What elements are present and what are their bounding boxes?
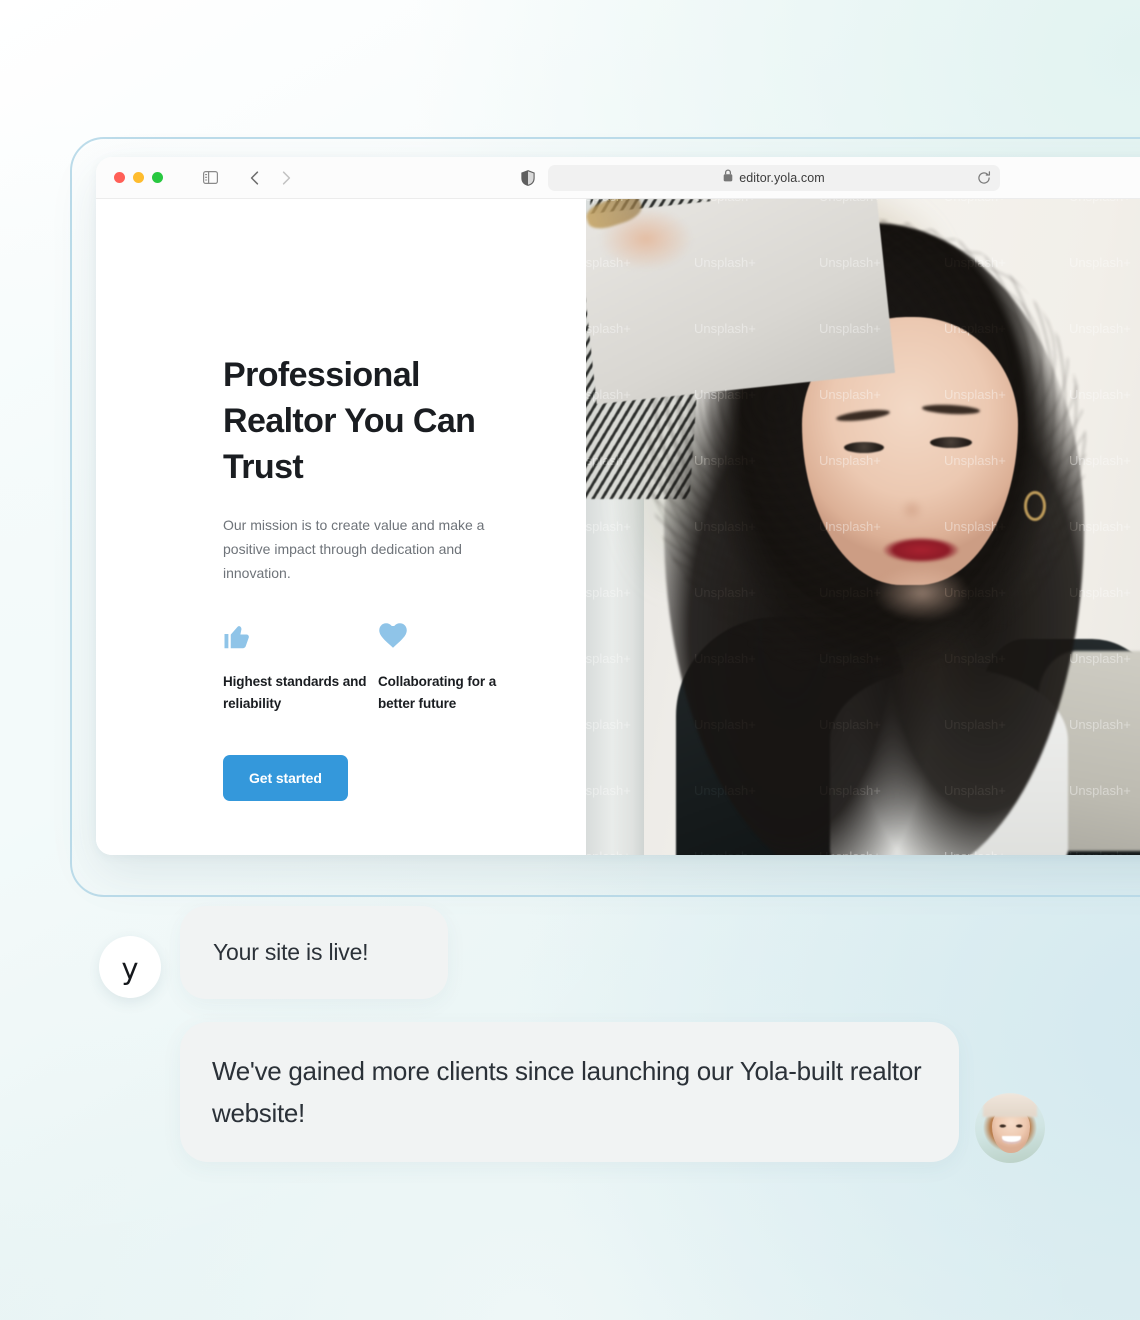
- chat-message-text: Your site is live!: [213, 939, 369, 965]
- window-zoom-button[interactable]: [152, 172, 163, 183]
- heart-icon: [378, 621, 533, 653]
- browser-window: editor.yola.com Professional Realtor You…: [96, 157, 1140, 855]
- page-root: editor.yola.com Professional Realtor You…: [0, 0, 1140, 1320]
- get-started-button[interactable]: Get started: [223, 755, 348, 801]
- hero-subtitle: Our mission is to create value and make …: [223, 517, 485, 581]
- reload-icon[interactable]: [976, 170, 992, 186]
- client-avatar: [975, 1093, 1045, 1163]
- yola-logo: y: [121, 951, 139, 986]
- thumbs-up-icon: [223, 621, 378, 653]
- page-title: Professional Realtor You Can Trust: [223, 356, 476, 486]
- chevron-left-icon[interactable]: [241, 165, 267, 191]
- feature-label: Collaborating for a better future: [378, 674, 497, 711]
- hero-copy: Professional Realtor You Can Trust Our m…: [223, 352, 533, 801]
- sidebar-icon[interactable]: [197, 165, 223, 191]
- feature-list: Highest standards and reliability Collab…: [223, 621, 533, 715]
- site-preview: Professional Realtor You Can Trust Our m…: [96, 199, 1140, 855]
- yola-avatar: y: [99, 936, 161, 998]
- toolbar-nav-group: [197, 165, 299, 191]
- chat-message-text: We've gained more clients since launchin…: [212, 1056, 922, 1128]
- feature-label: Highest standards and reliability: [223, 674, 367, 711]
- hero-text-column: Professional Realtor You Can Trust Our m…: [96, 199, 586, 855]
- traffic-lights: [114, 172, 163, 183]
- lock-icon: [723, 169, 733, 187]
- address-bar-url: editor.yola.com: [739, 171, 825, 185]
- hero-image: Unsplash+Unsplash+Unsplash+Unsplash+Unsp…: [586, 199, 1140, 855]
- shield-icon[interactable]: [521, 169, 537, 186]
- chat-bubble-client: We've gained more clients since launchin…: [180, 1022, 959, 1162]
- chat-bubble-yola: Your site is live!: [180, 906, 448, 999]
- address-bar[interactable]: editor.yola.com: [548, 165, 1000, 191]
- browser-toolbar: editor.yola.com: [96, 157, 1140, 199]
- window-close-button[interactable]: [114, 172, 125, 183]
- chevron-right-icon[interactable]: [273, 165, 299, 191]
- window-minimize-button[interactable]: [133, 172, 144, 183]
- feature-item: Highest standards and reliability: [223, 621, 378, 715]
- feature-item: Collaborating for a better future: [378, 621, 533, 715]
